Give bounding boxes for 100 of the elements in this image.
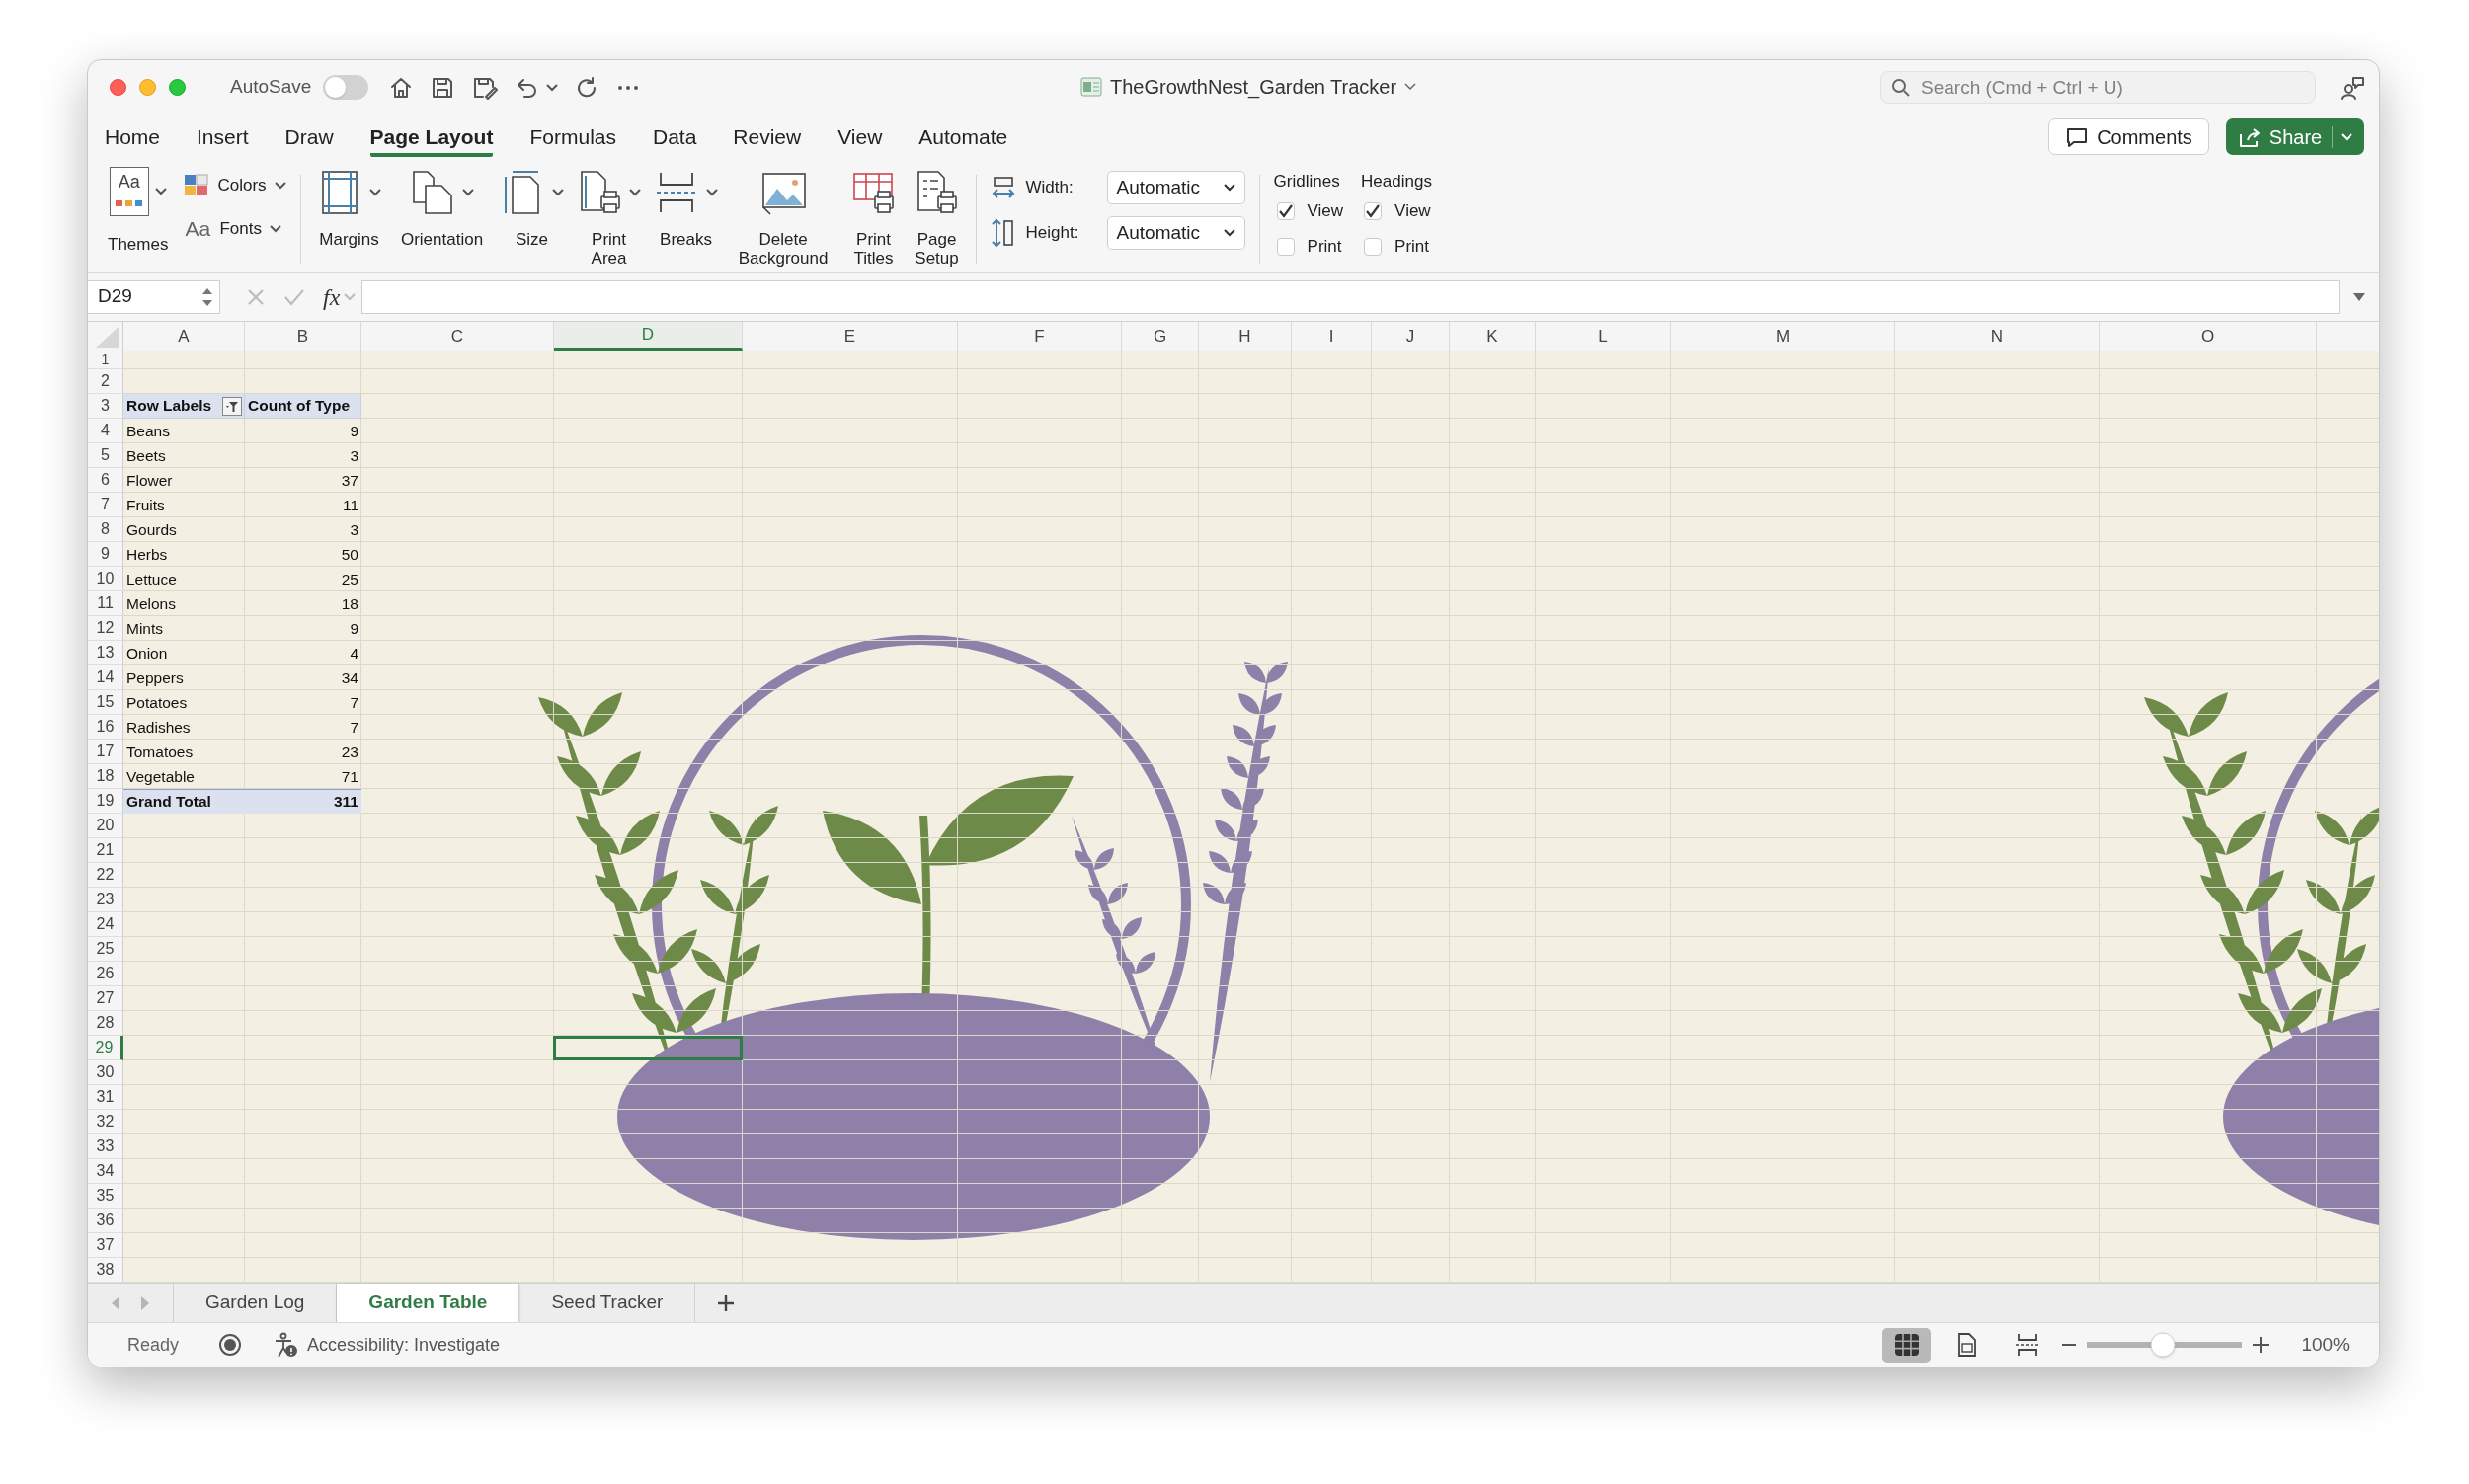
- fonts-button[interactable]: Aa Fonts: [184, 214, 286, 244]
- margins-button[interactable]: Margins: [314, 167, 384, 249]
- checkbox[interactable]: [1364, 202, 1383, 220]
- row-header[interactable]: 32: [88, 1110, 123, 1134]
- row-header[interactable]: 19: [88, 789, 123, 814]
- themes-button[interactable]: Aa Themes: [108, 167, 169, 258]
- checkbox-label[interactable]: View: [1394, 198, 1431, 224]
- row-header[interactable]: 31: [88, 1085, 123, 1110]
- add-sheet-icon[interactable]: [717, 1293, 736, 1312]
- column-header[interactable]: M: [1671, 322, 1895, 351]
- column-header[interactable]: L: [1536, 322, 1671, 351]
- row-header[interactable]: 29: [88, 1036, 123, 1060]
- row-header[interactable]: 23: [88, 888, 123, 912]
- row-header[interactable]: 2: [88, 369, 123, 394]
- row-header[interactable]: 33: [88, 1134, 123, 1159]
- column-header[interactable]: F: [958, 322, 1122, 351]
- breaks-button[interactable]: Breaks: [654, 167, 718, 249]
- sheet-tab[interactable]: Garden Table: [337, 1284, 520, 1322]
- checkbox[interactable]: [1276, 238, 1295, 256]
- row-header[interactable]: 25: [88, 937, 123, 962]
- name-box[interactable]: D29: [88, 279, 220, 314]
- row-header[interactable]: 9: [88, 542, 123, 567]
- row-header[interactable]: 6: [88, 468, 123, 493]
- zoom-in-icon[interactable]: [2252, 1336, 2270, 1354]
- chevron-icon[interactable]: [1404, 83, 1417, 91]
- row-header[interactable]: 14: [88, 665, 123, 690]
- row-header[interactable]: 3: [88, 394, 123, 419]
- checkbox-label[interactable]: Print: [1394, 234, 1430, 260]
- row-header[interactable]: 37: [88, 1233, 123, 1258]
- ribbon-tab[interactable]: View: [837, 117, 883, 157]
- ribbon-tab[interactable]: Home: [105, 117, 161, 157]
- dropdown[interactable]: Automatic: [1106, 171, 1245, 204]
- column-header[interactable]: H: [1199, 322, 1292, 351]
- row-header[interactable]: 34: [88, 1159, 123, 1184]
- row-header[interactable]: 35: [88, 1184, 123, 1209]
- row-header[interactable]: 17: [88, 740, 123, 764]
- slider-thumb[interactable]: [2150, 1332, 2176, 1358]
- row-header[interactable]: 5: [88, 443, 123, 468]
- accessibility-button[interactable]: Accessibility: Investigate: [274, 1331, 501, 1359]
- row-header[interactable]: 13: [88, 641, 123, 665]
- row-header[interactable]: 10: [88, 567, 123, 591]
- delete-background-button[interactable]: Delete Background: [731, 167, 836, 268]
- column-header[interactable]: K: [1450, 322, 1536, 351]
- ribbon-tab[interactable]: Automate: [918, 117, 1008, 157]
- row-header[interactable]: 26: [88, 962, 123, 986]
- row-header[interactable]: 15: [88, 690, 123, 715]
- ribbon-tab[interactable]: Review: [733, 117, 802, 157]
- ribbon-tab[interactable]: Data: [653, 117, 697, 157]
- row-header[interactable]: 21: [88, 838, 123, 863]
- size-button[interactable]: Size: [500, 167, 564, 249]
- column-header[interactable]: I: [1292, 322, 1372, 351]
- ribbon-tab[interactable]: Formulas: [529, 117, 616, 157]
- row-header[interactable]: 16: [88, 715, 123, 740]
- dropdown[interactable]: Automatic: [1106, 216, 1245, 250]
- row-header[interactable]: 20: [88, 814, 123, 838]
- share-button[interactable]: Share: [2226, 118, 2364, 155]
- colors-button[interactable]: Colors: [184, 171, 286, 200]
- comments-button[interactable]: Comments: [2048, 118, 2209, 155]
- column-header[interactable]: J: [1372, 322, 1450, 351]
- filter-button[interactable]: [222, 397, 242, 416]
- print-titles-button[interactable]: Print Titles: [848, 167, 899, 268]
- row-header[interactable]: 30: [88, 1060, 123, 1085]
- formula-input[interactable]: [361, 279, 2340, 314]
- row-header[interactable]: 7: [88, 493, 123, 517]
- ribbon-tab[interactable]: Insert: [197, 117, 249, 157]
- row-header[interactable]: 18: [88, 764, 123, 789]
- checkbox-label[interactable]: Print: [1307, 234, 1342, 260]
- close-button[interactable]: [110, 79, 126, 96]
- row-header[interactable]: 11: [88, 591, 123, 616]
- column-header[interactable]: N: [1895, 322, 2100, 351]
- row-header[interactable]: 24: [88, 912, 123, 937]
- search-field[interactable]: Search (Cmd + Ctrl + U): [1880, 71, 2316, 104]
- row-header[interactable]: 38: [88, 1258, 123, 1283]
- row-header[interactable]: 8: [88, 517, 123, 542]
- record-icon[interactable]: [218, 1333, 243, 1357]
- ribbon-tab[interactable]: Draw: [284, 117, 334, 157]
- checkbox[interactable]: [1364, 238, 1383, 256]
- row-header[interactable]: 28: [88, 1011, 123, 1036]
- column-header[interactable]: G: [1122, 322, 1199, 351]
- collaborate-icon[interactable]: [2340, 74, 2365, 101]
- insert-function-button[interactable]: fx: [323, 278, 357, 315]
- print-area-button[interactable]: Print Area: [577, 167, 641, 268]
- column-header[interactable]: D: [554, 322, 743, 351]
- expand-icon[interactable]: [2352, 291, 2366, 302]
- column-header[interactable]: O: [2100, 322, 2317, 351]
- column-header[interactable]: E: [743, 322, 958, 351]
- checkbox-label[interactable]: View: [1307, 198, 1344, 224]
- row-header[interactable]: 12: [88, 616, 123, 641]
- ribbon-tab[interactable]: Page Layout: [369, 117, 494, 157]
- row-header[interactable]: 36: [88, 1209, 123, 1233]
- row-header[interactable]: 4: [88, 419, 123, 443]
- page-setup-button[interactable]: Page Setup: [912, 167, 962, 268]
- row-header[interactable]: 22: [88, 863, 123, 888]
- maximize-button[interactable]: [169, 79, 186, 96]
- orientation-button[interactable]: Orientation: [397, 167, 487, 249]
- row-header[interactable]: 1: [88, 351, 123, 369]
- row-header[interactable]: 27: [88, 986, 123, 1011]
- column-header[interactable]: A: [123, 322, 245, 351]
- column-header[interactable]: B: [245, 322, 361, 351]
- normal-view-button[interactable]: [1882, 1327, 1932, 1363]
